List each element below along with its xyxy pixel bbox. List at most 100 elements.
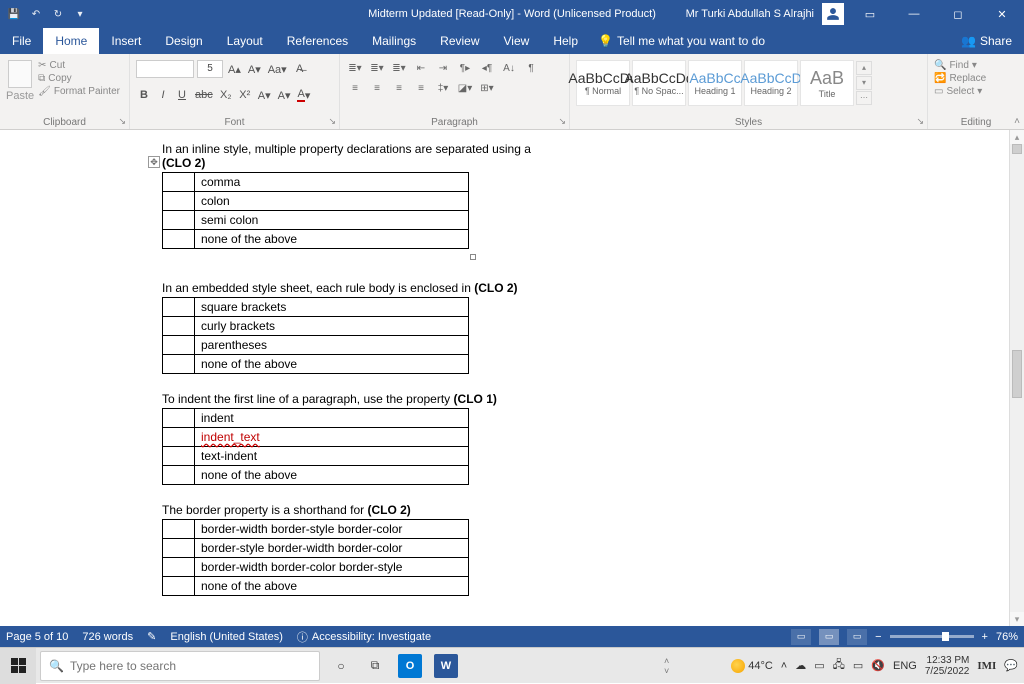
spellcheck-indicator[interactable]: ✎ bbox=[147, 630, 156, 643]
action-center-icon[interactable]: 💬 bbox=[1004, 659, 1018, 672]
justify-button[interactable]: ≡ bbox=[412, 80, 430, 96]
text-effects-button[interactable]: A▾ bbox=[256, 86, 273, 104]
minimize-icon[interactable]: — bbox=[896, 0, 932, 28]
word-app[interactable]: W bbox=[428, 648, 464, 684]
highlight-button[interactable]: A▾ bbox=[276, 86, 293, 104]
tab-review[interactable]: Review bbox=[428, 28, 491, 54]
bullets-button[interactable]: ≣▾ bbox=[346, 60, 364, 76]
tab-mailings[interactable]: Mailings bbox=[360, 28, 428, 54]
paste-button[interactable]: Paste bbox=[6, 60, 34, 102]
font-color-button[interactable]: A▾ bbox=[295, 86, 312, 104]
tab-home[interactable]: Home bbox=[43, 28, 99, 54]
tray-overflow-icon[interactable]: ˄ bbox=[781, 660, 787, 672]
outlook-app[interactable]: O bbox=[392, 648, 428, 684]
dialog-launcher-icon[interactable]: ↘ bbox=[118, 116, 126, 127]
scroll-thumb[interactable] bbox=[1012, 144, 1022, 154]
table-resize-handle-icon[interactable] bbox=[470, 254, 476, 260]
tab-help[interactable]: Help bbox=[541, 28, 590, 54]
ribbon-display-options-icon[interactable]: ▭ bbox=[852, 0, 888, 28]
style-title[interactable]: AaBTitle bbox=[800, 60, 854, 106]
read-mode-button[interactable]: ▭ bbox=[791, 629, 811, 645]
customize-qat-icon[interactable]: ▾ bbox=[72, 6, 88, 22]
save-icon[interactable]: 💾 bbox=[6, 6, 22, 22]
scroll-thumb[interactable] bbox=[1012, 350, 1022, 398]
ime-icon[interactable]: IMI bbox=[977, 660, 996, 672]
word-count[interactable]: 726 words bbox=[82, 631, 133, 643]
styles-gallery[interactable]: AaBbCcDd¶ Normal AaBbCcDd¶ No Spac... Aa… bbox=[576, 60, 872, 106]
increase-indent-button[interactable]: ⇥ bbox=[434, 60, 452, 76]
grow-font-button[interactable]: A▴ bbox=[226, 60, 243, 78]
accessibility-indicator[interactable]: ⓘAccessibility: Investigate bbox=[297, 629, 431, 645]
chevron-up-icon[interactable]: ˄ bbox=[664, 656, 669, 666]
font-name-combo[interactable] bbox=[136, 60, 194, 78]
tab-view[interactable]: View bbox=[492, 28, 542, 54]
style-no-spacing[interactable]: AaBbCcDd¶ No Spac... bbox=[632, 60, 686, 106]
decrease-indent-button[interactable]: ⇤ bbox=[412, 60, 430, 76]
shading-button[interactable]: ◪▾ bbox=[456, 80, 474, 96]
dialog-launcher-icon[interactable]: ↘ bbox=[916, 116, 924, 127]
style-normal[interactable]: AaBbCcDd¶ Normal bbox=[576, 60, 630, 106]
show-marks-button[interactable]: ¶ bbox=[522, 60, 540, 76]
cut-button[interactable]: ✂Cut bbox=[38, 60, 120, 71]
zoom-out-button[interactable]: − bbox=[875, 631, 881, 643]
superscript-button[interactable]: X² bbox=[237, 86, 253, 104]
italic-button[interactable]: I bbox=[155, 86, 171, 104]
collapse-ribbon-icon[interactable]: ˄ bbox=[1014, 116, 1020, 127]
shrink-font-button[interactable]: A▾ bbox=[246, 60, 263, 78]
style-heading2[interactable]: AaBbCcDHeading 2 bbox=[744, 60, 798, 106]
battery-icon[interactable]: ▭ bbox=[853, 659, 863, 672]
format-painter-button[interactable]: 🖌Format Painter bbox=[38, 86, 120, 97]
volume-icon[interactable]: 🔇 bbox=[871, 659, 885, 672]
tab-insert[interactable]: Insert bbox=[99, 28, 153, 54]
weather-widget[interactable]: 44°C bbox=[731, 659, 773, 673]
scroll-down-icon[interactable]: ▾ bbox=[1010, 612, 1024, 626]
line-spacing-button[interactable]: ‡▾ bbox=[434, 80, 452, 96]
bold-button[interactable]: B bbox=[136, 86, 152, 104]
user-avatar[interactable] bbox=[822, 3, 844, 25]
redo-icon[interactable]: ↻ bbox=[50, 6, 66, 22]
zoom-slider[interactable] bbox=[890, 635, 974, 638]
sort-button[interactable]: A↓ bbox=[500, 60, 518, 76]
styles-scroll[interactable]: ▴▾⋯ bbox=[856, 61, 872, 105]
select-button[interactable]: ▭Select▾ bbox=[934, 86, 986, 97]
find-button[interactable]: 🔍Find▾ bbox=[934, 60, 986, 71]
dialog-launcher-icon[interactable]: ↘ bbox=[558, 116, 566, 127]
style-heading1[interactable]: AaBbCcHeading 1 bbox=[688, 60, 742, 106]
table-move-handle-icon[interactable]: ✥ bbox=[148, 156, 160, 168]
chevron-down-icon[interactable]: ˅ bbox=[664, 666, 669, 676]
tab-design[interactable]: Design bbox=[153, 28, 214, 54]
meet-now-icon[interactable]: ▭ bbox=[814, 659, 824, 672]
font-size-combo[interactable]: 5 bbox=[197, 60, 223, 78]
change-case-button[interactable]: Aa▾ bbox=[266, 60, 289, 78]
clear-formatting-button[interactable]: A̶ bbox=[292, 60, 308, 78]
task-view-button[interactable]: ⧉ bbox=[358, 648, 392, 684]
tell-me-search[interactable]: 💡 Tell me what you want to do bbox=[598, 28, 765, 54]
clock[interactable]: 12:33 PM 7/25/2022 bbox=[925, 655, 970, 677]
document-area[interactable]: In an inline style, multiple property de… bbox=[0, 130, 1024, 626]
vertical-scrollbar[interactable]: ▴ ▾ bbox=[1009, 130, 1024, 626]
cortana-button[interactable]: ○ bbox=[324, 648, 358, 684]
web-layout-button[interactable]: ▭ bbox=[847, 629, 867, 645]
share-button[interactable]: 👥 Share bbox=[949, 28, 1024, 54]
ltr-button[interactable]: ¶▸ bbox=[456, 60, 474, 76]
start-button[interactable] bbox=[0, 648, 36, 684]
onedrive-icon[interactable]: ☁ bbox=[795, 659, 806, 672]
network-icon[interactable]: 🖧 bbox=[833, 656, 845, 675]
underline-button[interactable]: U bbox=[174, 86, 190, 104]
tab-file[interactable]: File bbox=[0, 28, 43, 54]
align-left-button[interactable]: ≡ bbox=[346, 80, 364, 96]
strikethrough-button[interactable]: abc bbox=[193, 86, 215, 104]
dialog-launcher-icon[interactable]: ↘ bbox=[328, 116, 336, 127]
numbering-button[interactable]: ≣▾ bbox=[368, 60, 386, 76]
language-indicator[interactable]: English (United States) bbox=[170, 631, 283, 643]
print-layout-button[interactable]: ▭ bbox=[819, 629, 839, 645]
taskbar-search[interactable]: 🔍 bbox=[40, 651, 320, 681]
undo-icon[interactable]: ↶ bbox=[28, 6, 44, 22]
close-icon[interactable]: ✕ bbox=[984, 0, 1020, 28]
subscript-button[interactable]: X₂ bbox=[218, 86, 234, 104]
align-center-button[interactable]: ≡ bbox=[368, 80, 386, 96]
page-indicator[interactable]: Page 5 of 10 bbox=[6, 631, 68, 643]
zoom-in-button[interactable]: + bbox=[982, 631, 988, 643]
replace-button[interactable]: 🔁Replace bbox=[934, 73, 986, 84]
maximize-icon[interactable]: ◻ bbox=[940, 0, 976, 28]
